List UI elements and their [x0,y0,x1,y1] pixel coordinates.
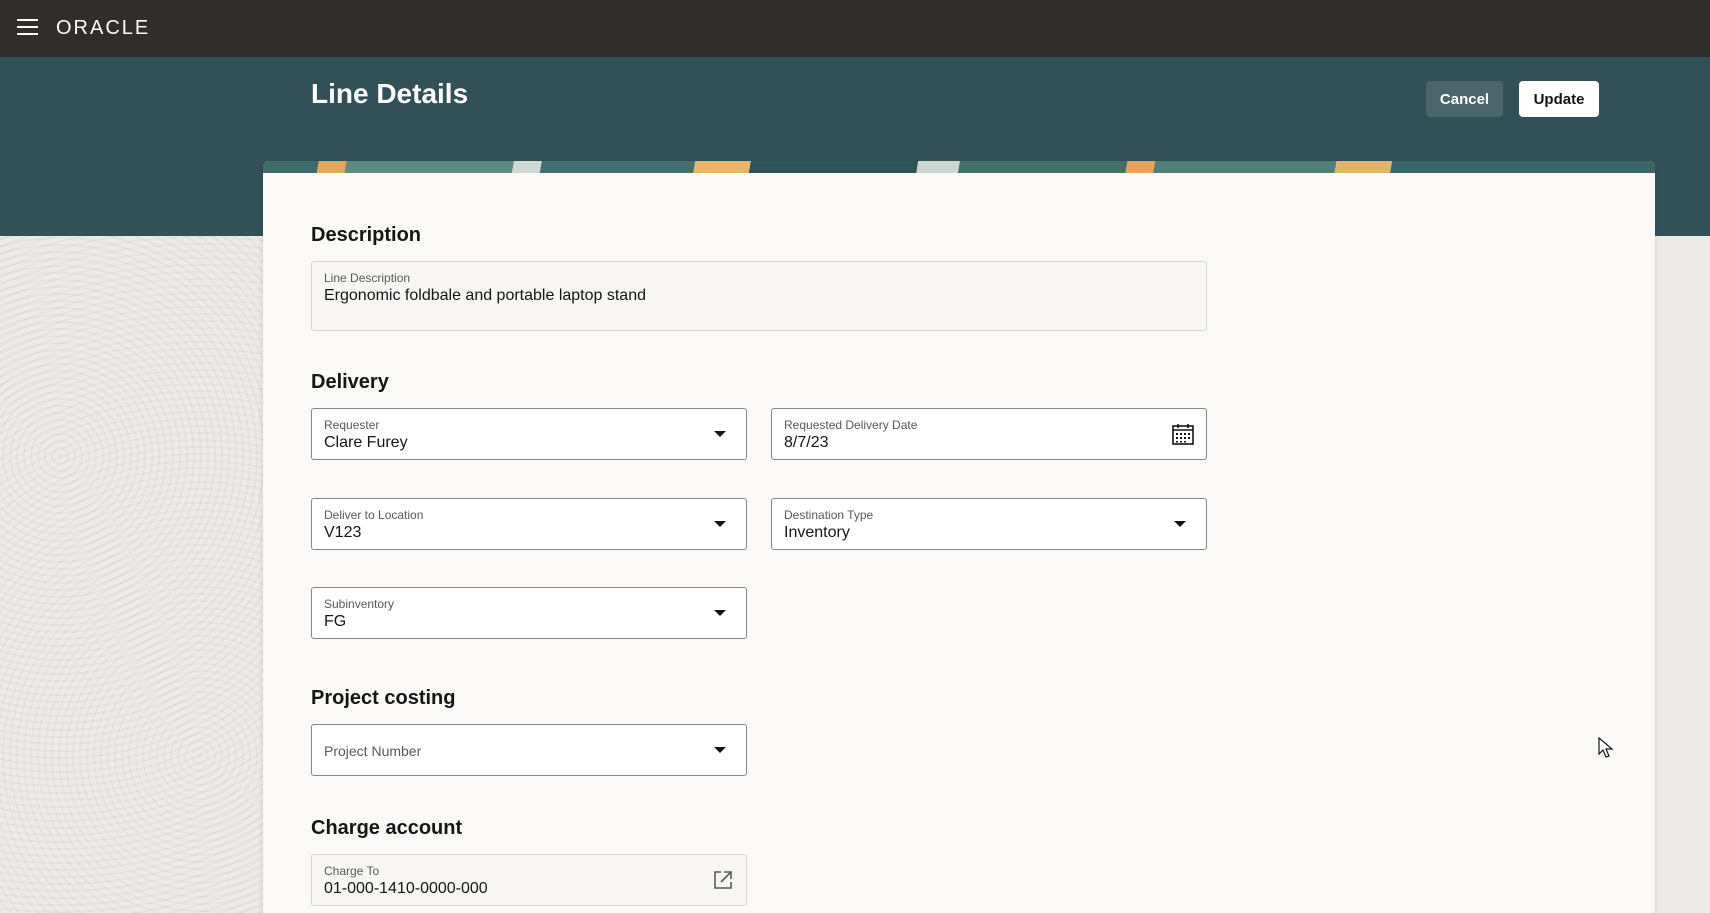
requester-select[interactable]: Requester Clare Furey [311,408,747,460]
line-description-value: Ergonomic foldbale and portable laptop s… [324,287,646,304]
chevron-down-icon[interactable] [714,431,726,437]
external-link-icon[interactable] [712,869,734,891]
subinventory-label: Subinventory [324,597,395,611]
chevron-down-icon[interactable] [1174,521,1186,527]
project-costing-section-title: Project costing [311,687,456,709]
destination-type-value: Inventory [784,524,850,541]
charge-to-field[interactable]: Charge To 01-000-1410-0000-000 [311,854,747,906]
project-number-placeholder: Project Number [324,743,422,759]
requester-value: Clare Furey [324,434,408,451]
charge-account-section-title: Charge account [311,817,463,839]
line-description-field[interactable]: Line Description Ergonomic foldbale and … [311,261,1207,331]
description-section-title: Description [311,224,422,246]
charge-to-value: 01-000-1410-0000-000 [324,880,488,897]
destination-type-label: Destination Type [784,508,874,522]
page-title: Line Details [311,78,469,109]
deliver-to-location-value: V123 [324,524,362,541]
subinventory-select[interactable]: Subinventory FG [311,587,747,639]
project-number-select[interactable]: Project Number [311,724,747,776]
requester-label: Requester [324,418,380,432]
charge-to-label: Charge To [324,864,380,878]
calendar-icon[interactable] [1172,423,1194,445]
requested-delivery-date-value: 8/7/23 [784,434,829,451]
cancel-button[interactable]: Cancel [1426,81,1503,117]
chevron-down-icon[interactable] [714,747,726,753]
line-description-label: Line Description [324,271,411,285]
hamburger-menu-icon[interactable] [17,18,38,36]
delivery-section-title: Delivery [311,371,389,393]
line-details-panel: Description Line Description Ergonomic f… [263,161,1655,913]
decorative-banner [263,161,1655,173]
mouse-cursor-icon [1598,737,1614,758]
top-navigation-bar: ORACLE [0,0,1710,57]
oracle-logo[interactable]: ORACLE [56,17,150,40]
deliver-to-location-select[interactable]: Deliver to Location V123 [311,498,747,550]
background-pattern [0,236,280,913]
subinventory-value: FG [324,613,347,630]
destination-type-select[interactable]: Destination Type Inventory [771,498,1207,550]
chevron-down-icon[interactable] [714,521,726,527]
chevron-down-icon[interactable] [714,610,726,616]
requested-delivery-date-label: Requested Delivery Date [784,418,918,432]
update-button[interactable]: Update [1519,81,1599,117]
requested-delivery-date-field[interactable]: Requested Delivery Date 8/7/23 [771,408,1207,460]
deliver-to-location-label: Deliver to Location [324,508,424,522]
